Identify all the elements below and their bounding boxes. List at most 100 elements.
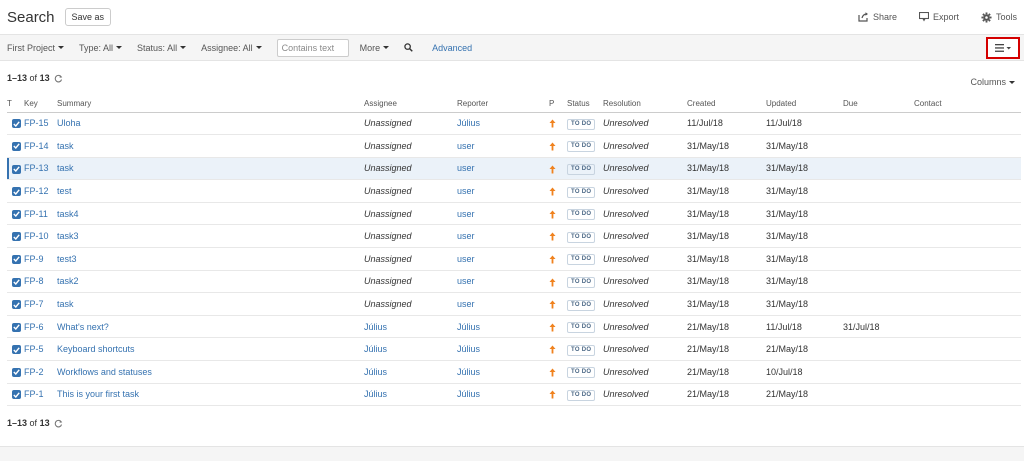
issue-key-link[interactable]: FP-7 xyxy=(24,299,44,309)
issue-key-link[interactable]: FP-15 xyxy=(24,118,49,128)
type-filter[interactable]: Type: All xyxy=(79,43,123,53)
table-row[interactable]: FP-12 test Unassigned user TO DO Unresolved 31… xyxy=(7,179,1021,203)
save-as-button[interactable]: Save as xyxy=(64,8,112,26)
issue-key-link[interactable]: FP-6 xyxy=(24,322,44,332)
column-header-key[interactable]: Key xyxy=(24,96,57,113)
assignee-value[interactable]: Július xyxy=(364,344,387,354)
task-checkbox-icon xyxy=(12,367,21,377)
reporter-link[interactable]: Július xyxy=(457,367,480,377)
project-filter[interactable]: First Project xyxy=(7,43,65,53)
results-range: 1–13 xyxy=(7,73,28,83)
columns-button[interactable]: Columns xyxy=(970,77,1015,87)
reporter-link[interactable]: Július xyxy=(457,389,480,399)
table-row[interactable]: FP-6 What's next? Július Július TO DO Unresol… xyxy=(7,315,1021,339)
reporter-link[interactable]: Július xyxy=(457,322,480,332)
contains-text-input[interactable] xyxy=(276,38,349,57)
issue-key-link[interactable]: FP-1 xyxy=(24,389,44,399)
reporter-link[interactable]: user xyxy=(457,186,475,196)
column-header-created[interactable]: Created xyxy=(687,96,766,113)
issue-summary-link[interactable]: Workflows and statuses xyxy=(57,367,152,377)
refresh-icon[interactable] xyxy=(54,419,63,428)
issue-summary-link[interactable]: Keyboard shortcuts xyxy=(57,344,135,354)
table-row[interactable]: FP-8 task2 Unassigned user TO DO Unresolved 31… xyxy=(7,270,1021,294)
assignee-filter[interactable]: Assignee: All xyxy=(201,43,262,53)
assignee-value[interactable]: Július xyxy=(364,322,387,332)
due-cell xyxy=(843,360,914,384)
column-header-contact[interactable]: Contact xyxy=(914,96,1021,113)
issue-summary-link[interactable]: This is your first task xyxy=(57,389,139,399)
table-row[interactable]: FP-7 task Unassigned user TO DO Unresolved 31/… xyxy=(7,292,1021,316)
reporter-link[interactable]: user xyxy=(457,209,475,219)
column-header-priority[interactable]: P xyxy=(549,96,567,113)
tools-button[interactable]: Tools xyxy=(981,11,1017,23)
layout-switcher-button[interactable] xyxy=(986,37,1020,59)
updated-cell: 31/May/18 xyxy=(766,292,843,316)
assignee-value: Unassigned xyxy=(364,163,412,174)
issue-key-link[interactable]: FP-14 xyxy=(24,141,49,151)
status-filter[interactable]: Status: All xyxy=(137,43,187,53)
assignee-value[interactable]: Július xyxy=(364,389,387,399)
contact-cell xyxy=(914,202,1021,226)
issue-summary-link[interactable]: task xyxy=(57,163,74,173)
table-row[interactable]: FP-10 task3 Unassigned user TO DO Unresolved 3… xyxy=(7,224,1021,249)
resolution-cell: Unresolved xyxy=(603,202,687,226)
issue-summary-link[interactable]: task4 xyxy=(57,209,79,219)
reporter-link[interactable]: user xyxy=(457,254,475,264)
issue-key-link[interactable]: FP-2 xyxy=(24,367,44,377)
reporter-link[interactable]: user xyxy=(457,163,475,173)
share-button[interactable]: Share xyxy=(858,12,897,22)
issue-summary-link[interactable]: What's next? xyxy=(57,322,109,332)
column-header-updated[interactable]: Updated xyxy=(766,96,843,113)
issue-type-cell xyxy=(7,134,24,158)
issue-summary-link[interactable]: test xyxy=(57,186,72,196)
column-header-assignee[interactable]: Assignee xyxy=(364,96,457,113)
issue-key-link[interactable]: FP-5 xyxy=(24,344,44,354)
issue-summary-link[interactable]: task3 xyxy=(57,231,79,241)
issue-key-link[interactable]: FP-13 xyxy=(24,163,49,173)
reporter-link[interactable]: user xyxy=(457,276,475,286)
issue-key-link[interactable]: FP-12 xyxy=(24,186,49,196)
reporter-cell: user xyxy=(457,157,549,181)
advanced-search-link[interactable]: Advanced xyxy=(432,43,472,53)
issue-summary-link[interactable]: task xyxy=(57,299,74,309)
table-row[interactable]: FP-15 Uloha Unassigned Július TO DO Unresolve… xyxy=(7,112,1021,136)
arrow-up-icon xyxy=(549,186,556,196)
refresh-icon[interactable] xyxy=(54,74,63,83)
reporter-link[interactable]: user xyxy=(457,141,475,151)
issue-summary-link[interactable]: test3 xyxy=(57,254,77,264)
column-header-summary[interactable]: Summary xyxy=(57,96,364,113)
issue-key-cell: FP-10 xyxy=(24,224,57,249)
issue-type-cell xyxy=(7,360,24,384)
column-header-due[interactable]: Due xyxy=(843,96,914,113)
column-header-type[interactable]: T xyxy=(7,96,24,113)
table-row[interactable]: FP-14 task Unassigned user TO DO Unresolved 31… xyxy=(7,134,1021,158)
column-header-reporter[interactable]: Reporter xyxy=(457,96,549,113)
issue-key-link[interactable]: FP-8 xyxy=(24,276,44,286)
chevron-down-icon xyxy=(383,46,390,49)
table-row[interactable]: FP-13 task Unassigned user TO DO Unresolved 31… xyxy=(7,157,1021,181)
search-button[interactable] xyxy=(404,43,413,52)
issue-key-link[interactable]: FP-9 xyxy=(24,254,44,264)
issue-summary-link[interactable]: task2 xyxy=(57,276,79,286)
table-row[interactable]: FP-5 Keyboard shortcuts Július Július TO DO U… xyxy=(7,337,1021,362)
table-row[interactable]: FP-1 This is your first task Július Július T… xyxy=(7,383,1021,407)
reporter-link[interactable]: user xyxy=(457,299,475,309)
updated-cell: 31/May/18 xyxy=(766,179,843,203)
issue-summary-link[interactable]: Uloha xyxy=(57,118,81,128)
reporter-link[interactable]: Július xyxy=(457,344,480,354)
table-row[interactable]: FP-9 test3 Unassigned user TO DO Unresolved 31… xyxy=(7,247,1021,271)
assignee-value[interactable]: Július xyxy=(364,367,387,377)
issue-type-cell xyxy=(7,315,24,339)
issue-key-link[interactable]: FP-10 xyxy=(24,231,49,241)
reporter-link[interactable]: user xyxy=(457,231,475,241)
issue-summary-link[interactable]: task xyxy=(57,141,74,151)
issue-key-link[interactable]: FP-11 xyxy=(24,209,48,219)
task-checkbox-icon xyxy=(12,141,21,151)
column-header-status[interactable]: Status xyxy=(567,96,603,113)
more-filter[interactable]: More xyxy=(360,43,390,53)
table-row[interactable]: FP-11 task4 Unassigned user TO DO Unresolved 3… xyxy=(7,202,1021,226)
table-row[interactable]: FP-2 Workflows and statuses Július Július TO… xyxy=(7,360,1021,384)
export-button[interactable]: Export xyxy=(918,12,959,22)
reporter-link[interactable]: Július xyxy=(457,118,480,128)
column-header-resolution[interactable]: Resolution xyxy=(603,96,687,113)
